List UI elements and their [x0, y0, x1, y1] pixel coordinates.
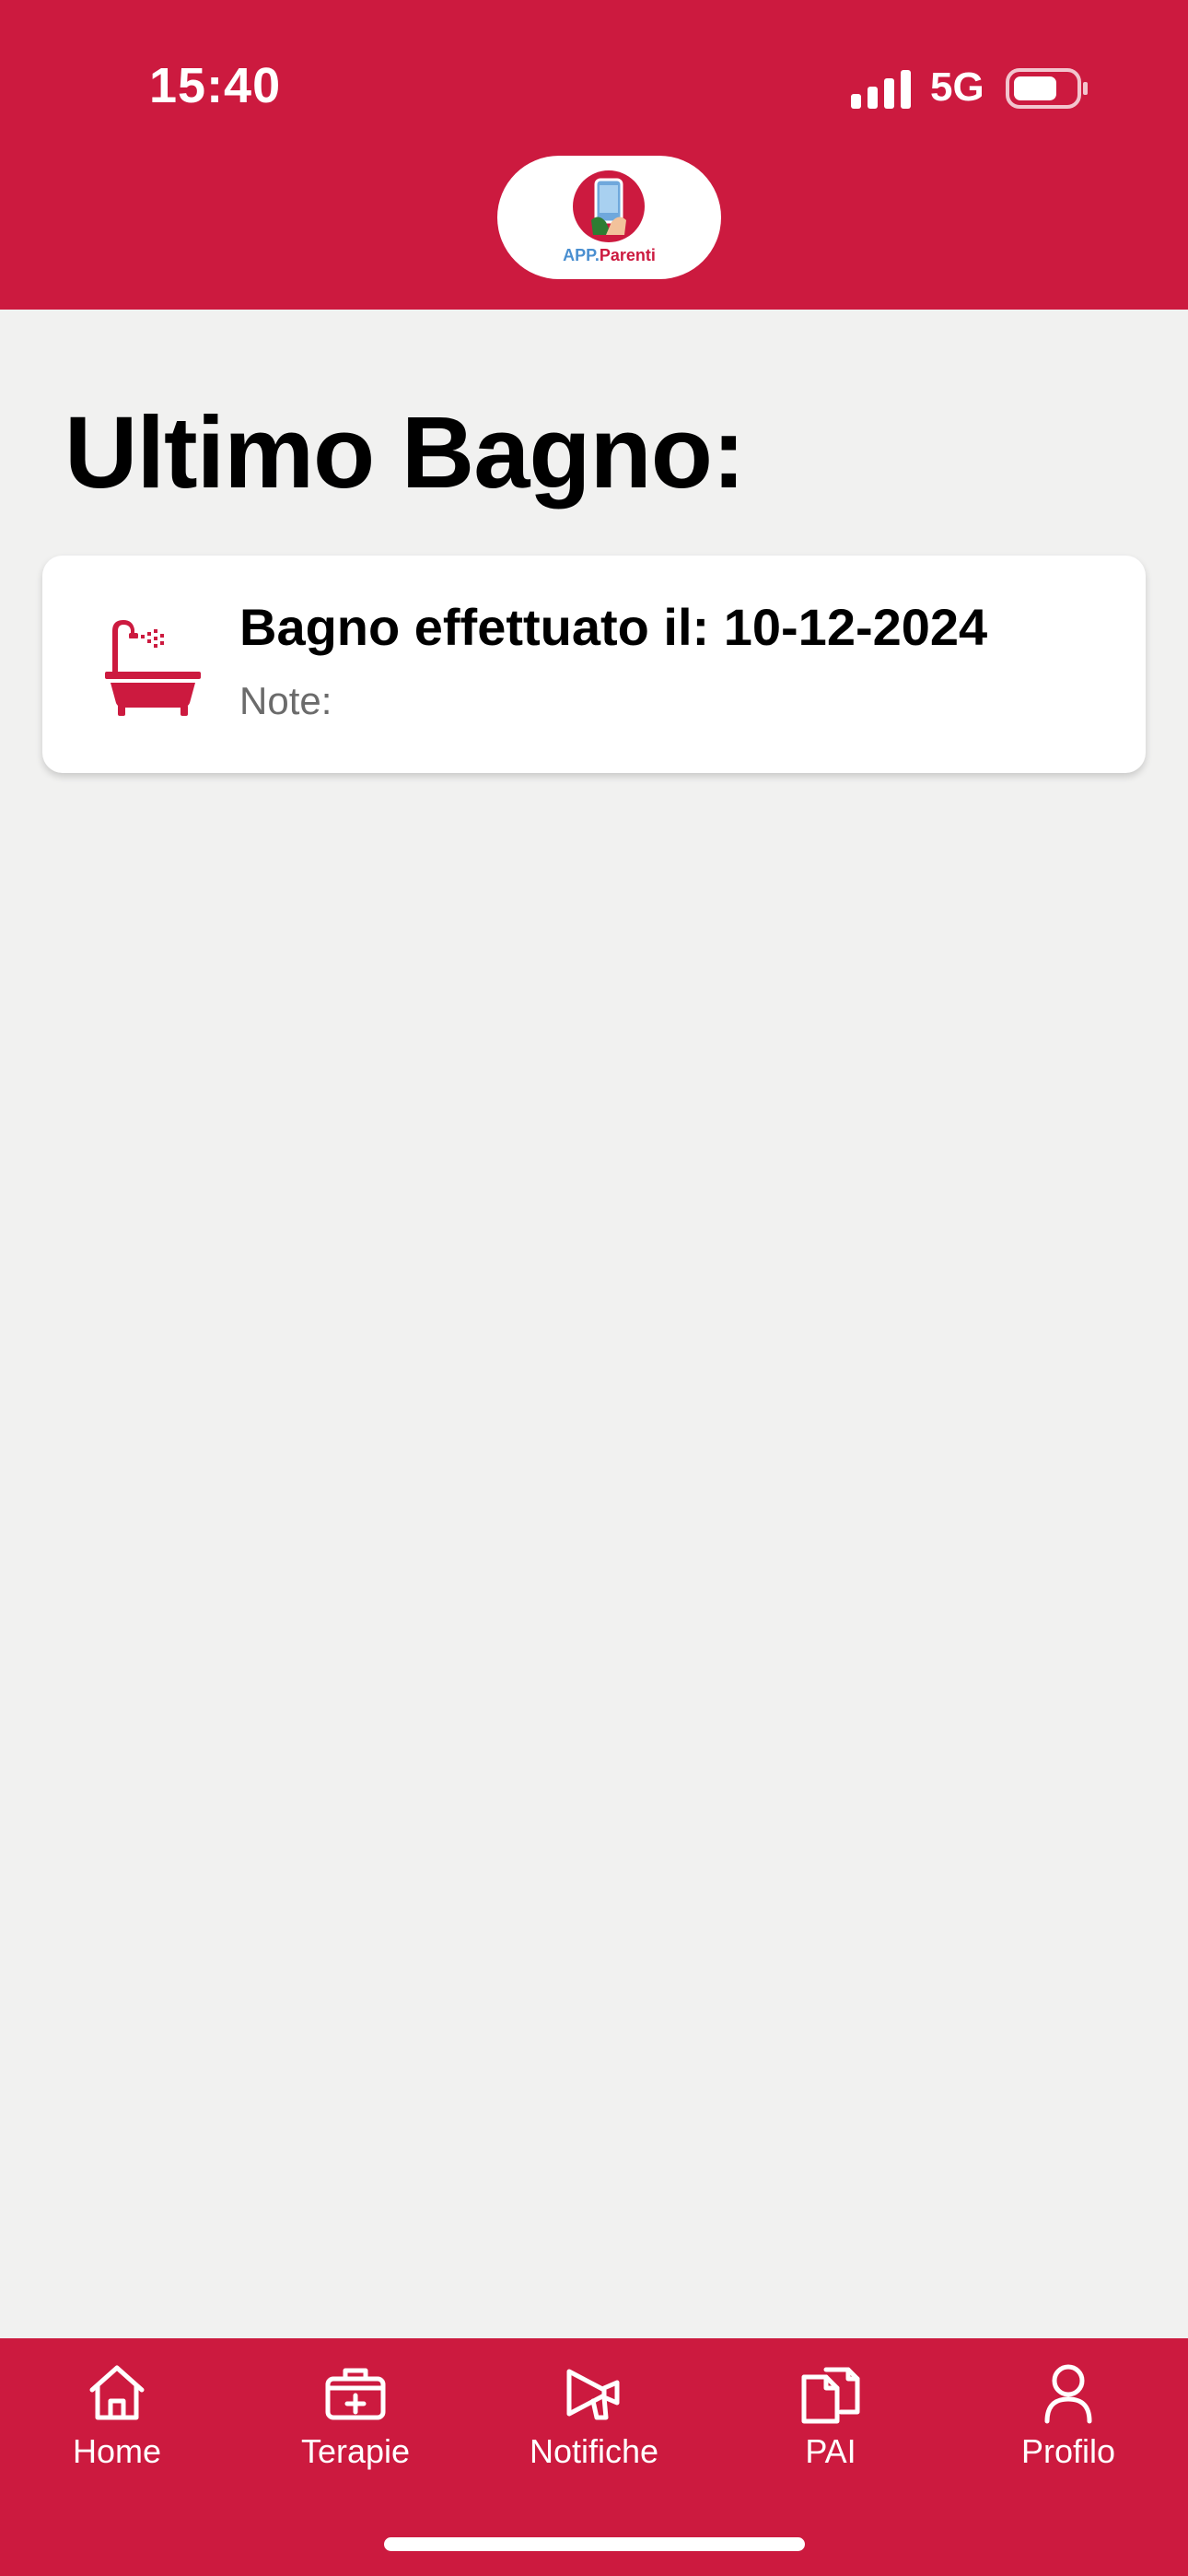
tab-pai[interactable]: PAI — [739, 2360, 923, 2480]
app-logo: APP.Parenti — [497, 156, 721, 279]
profile-icon — [1044, 2364, 1092, 2424]
tab-terapie[interactable]: Terapie — [263, 2360, 448, 2480]
medical-kit-icon — [325, 2368, 386, 2420]
app-logo-text: APP.Parenti — [563, 246, 656, 264]
tab-home-label: Home — [72, 2432, 162, 2470]
bath-record-card[interactable]: Bagno effettuato il: 10-12-2024 Note: — [42, 556, 1146, 773]
app-logo-icon — [573, 170, 645, 242]
tab-pai-label: PAI — [805, 2432, 856, 2470]
signal-icon — [851, 70, 911, 109]
tab-profilo-label: Profilo — [1020, 2432, 1116, 2470]
tab-home[interactable]: Home — [25, 2360, 209, 2480]
megaphone-icon — [566, 2369, 620, 2420]
page-title: Ultimo Bagno: — [64, 396, 746, 509]
bathtub-icon — [105, 620, 201, 716]
home-icon — [89, 2365, 145, 2420]
network-type: 5G — [930, 64, 984, 110]
tab-terapie-label: Terapie — [300, 2432, 411, 2470]
documents-icon — [801, 2367, 860, 2424]
tab-notifiche-label: Notifiche — [529, 2432, 659, 2470]
bath-note-label: Note: — [239, 679, 332, 722]
home-indicator[interactable] — [384, 2537, 805, 2551]
app-header: 15:40 5G APP.Parenti — [0, 0, 1188, 310]
bath-date-title: Bagno effettuato il: 10-12-2024 — [239, 598, 988, 656]
tab-notifiche[interactable]: Notifiche — [502, 2360, 686, 2480]
status-time: 15:40 — [149, 58, 282, 113]
battery-icon — [1006, 68, 1088, 109]
tab-profilo[interactable]: Profilo — [976, 2360, 1160, 2480]
